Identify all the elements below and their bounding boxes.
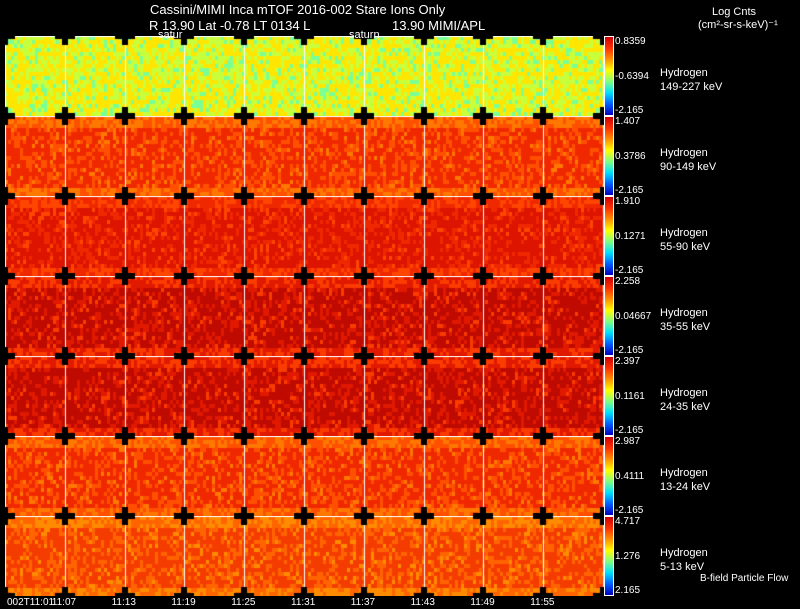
colorbar	[604, 36, 614, 116]
heatmap-image	[5, 436, 605, 516]
panel-energy-label: 90-149 keV	[660, 161, 717, 173]
heatmap-image	[5, 116, 605, 196]
colorbar-cmid-label: 0.4111	[615, 471, 645, 482]
x-tick-label: 11:13	[111, 597, 136, 608]
x-tick-label: 11:43	[410, 597, 435, 608]
colorbar-cmin-label: -2.165	[615, 505, 644, 516]
heatmap-image	[5, 196, 605, 276]
colorbar	[604, 356, 614, 436]
units-line1: Log Cnts	[712, 6, 757, 18]
colorbar-cmax-label: 2.987	[615, 436, 641, 447]
heatmap-panel-3	[5, 196, 605, 276]
panel-species-label: Hydrogen	[660, 307, 708, 319]
colorbar-cmin-label: -2.165	[615, 185, 644, 196]
x-tick-label: 11:49	[470, 597, 495, 608]
heatmap-image	[5, 356, 605, 436]
x-tick-label: 002T11:01	[7, 597, 55, 608]
footnote: B-field Particle Flow	[700, 573, 789, 584]
x-tick-label: 11:31	[291, 597, 316, 608]
colorbar-cmax-label: 2.258	[615, 276, 641, 287]
saturn-marker-2: saturn	[349, 29, 380, 41]
colorbar-cmin-label: -2.165	[615, 265, 644, 276]
panel-energy-label: 24-35 keV	[660, 401, 711, 413]
panel-species-label: Hydrogen	[660, 547, 708, 559]
heatmap-image	[5, 516, 605, 596]
panel-energy-label: 5-13 keV	[660, 561, 705, 573]
colorbar-cmax-label: 0.8359	[615, 36, 646, 47]
panel-species-label: Hydrogen	[660, 467, 708, 479]
heatmap-panel-2	[5, 116, 605, 196]
panel-species-label: Hydrogen	[660, 227, 708, 239]
colorbar	[604, 516, 614, 596]
heatmap-panel-1	[5, 36, 605, 116]
colorbar-cmax-label: 4.717	[615, 516, 641, 527]
x-tick-label: 11:07	[51, 597, 77, 608]
colorbar-cmax-label: 1.910	[615, 196, 641, 207]
colorbar-cmid-label: 0.3786	[615, 151, 646, 162]
colorbar	[604, 116, 614, 196]
plot-title: Cassini/MIMI Inca mTOF 2016-002 Stare Io…	[150, 2, 446, 17]
heatmap-panel-6	[5, 436, 605, 516]
colorbar-cmid-label: 0.1161	[615, 391, 645, 402]
panel-species-label: Hydrogen	[660, 147, 708, 159]
heatmap-panel-5	[5, 356, 605, 436]
colorbar-cmin-label: 2.165	[615, 585, 641, 596]
colorbar	[604, 436, 614, 516]
x-tick-label: 11:55	[530, 597, 555, 608]
units-line2: (cm²-sr-s-keV)⁻¹	[698, 19, 778, 31]
colorbar-cmin-label: -2.165	[615, 425, 644, 436]
heatmap-image	[5, 276, 605, 356]
panel-species-label: Hydrogen	[660, 387, 708, 399]
x-tick-label: 11:19	[171, 597, 196, 608]
panel-energy-label: 13-24 keV	[660, 481, 711, 493]
x-tick-label: 11:37	[350, 597, 376, 608]
panel-energy-label: 35-55 keV	[660, 321, 711, 333]
colorbar-cmid-label: -0.6394	[615, 71, 649, 82]
plot-subtitle-right: 13.90 MIMI/APL	[392, 18, 486, 33]
heatmap-panel-4	[5, 276, 605, 356]
colorbar	[604, 276, 614, 356]
colorbar-cmid-label: 0.04667	[615, 311, 652, 322]
panel-species-label: Hydrogen	[660, 67, 708, 79]
colorbar	[604, 196, 614, 276]
saturn-marker-1: satur	[158, 29, 183, 41]
colorbar-cmin-label: -2.165	[615, 105, 644, 116]
heatmap-panel-7	[5, 516, 605, 596]
panel-energy-label: 149-227 keV	[660, 81, 723, 93]
colorbar-cmax-label: 1.407	[615, 116, 641, 127]
colorbar-cmin-label: -2.165	[615, 345, 644, 356]
colorbar-cmax-label: 2.397	[615, 356, 641, 367]
panel-energy-label: 55-90 keV	[660, 241, 711, 253]
x-tick-label: 11:25	[231, 597, 256, 608]
colorbar-cmid-label: 0.1271	[615, 231, 646, 242]
colorbar-cmid-label: 1.276	[615, 551, 641, 562]
heatmap-image	[5, 36, 605, 116]
